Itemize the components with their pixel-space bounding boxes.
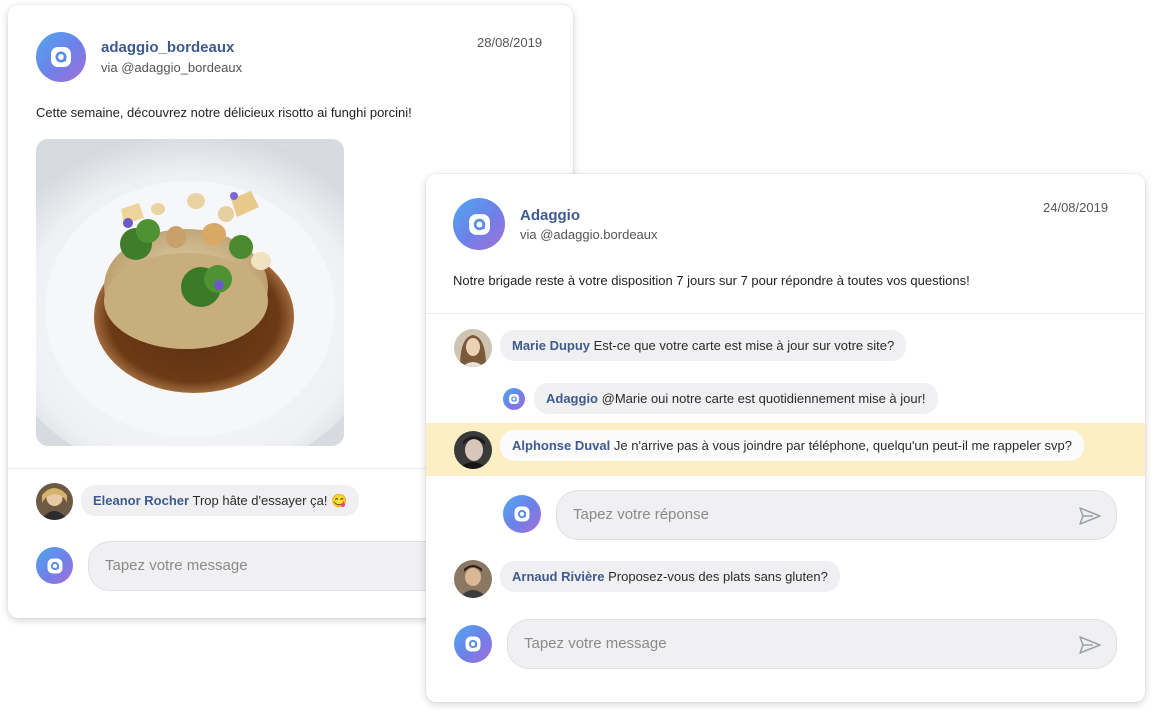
send-icon[interactable] [1079, 636, 1101, 654]
user-photo-icon [36, 483, 73, 520]
post-card-adaggio: Adaggio via @adaggio.bordeaux 24/08/2019… [426, 174, 1145, 702]
post-via: via @adaggio_bordeaux [101, 60, 243, 75]
message-input[interactable]: Tapez votre message [507, 619, 1117, 669]
commenter-avatar[interactable] [454, 329, 492, 367]
reply-input[interactable]: Tapez votre réponse [556, 490, 1117, 540]
commenter-avatar[interactable] [36, 483, 73, 520]
comment-bubble: Arnaud Rivière Proposez-vous des plats s… [500, 561, 840, 592]
post-text: Notre brigade reste à votre disposition … [453, 273, 970, 288]
adaggio-logo-icon [509, 394, 519, 404]
post-text: Cette semaine, découvrez notre délicieux… [36, 105, 412, 120]
comment-text: @Marie oui notre carte est quotidienneme… [601, 391, 926, 406]
post-date: 24/08/2019 [1043, 200, 1109, 215]
current-user-avatar [454, 625, 492, 663]
comment-author[interactable]: Eleanor Rocher [93, 493, 189, 508]
post-author[interactable]: Adaggio [520, 207, 580, 224]
post-author[interactable]: adaggio_bordeaux [101, 39, 234, 56]
commenter-avatar[interactable] [454, 560, 492, 598]
comment-text: Proposez-vous des plats sans gluten? [608, 569, 828, 584]
post-divider [426, 313, 1145, 314]
user-photo-icon [454, 560, 492, 598]
reply-avatar[interactable] [503, 388, 525, 410]
comment-text: Trop hâte d'essayer ça! 😋 [192, 493, 348, 508]
adaggio-logo-icon [514, 506, 530, 522]
post-via: via @adaggio.bordeaux [520, 227, 658, 242]
send-icon[interactable] [1079, 507, 1101, 525]
user-photo-icon [454, 329, 492, 367]
comment-text: Je n'arrive pas à vous joindre par télép… [613, 438, 1072, 453]
post-date: 28/08/2019 [477, 35, 543, 50]
current-user-avatar [36, 547, 73, 584]
comment-author[interactable]: Alphonse Duval [512, 438, 610, 453]
user-photo-icon [454, 431, 492, 469]
adaggio-logo-icon [51, 47, 71, 67]
comment-bubble: Eleanor Rocher Trop hâte d'essayer ça! 😋 [81, 485, 360, 516]
comment-bubble: Marie Dupuy Est-ce que votre carte est m… [500, 330, 907, 361]
comment-author[interactable]: Adaggio [546, 391, 598, 406]
reply-bubble: Adaggio @Marie oui notre carte est quoti… [534, 383, 938, 414]
risotto-photo [36, 139, 344, 446]
comment-author[interactable]: Arnaud Rivière [512, 569, 604, 584]
comment-text: Est-ce que votre carte est mise à jour s… [593, 338, 895, 353]
author-avatar[interactable] [453, 198, 505, 250]
comment-author[interactable]: Marie Dupuy [512, 338, 590, 353]
adaggio-logo-icon [468, 213, 490, 235]
adaggio-logo-icon [465, 636, 481, 652]
post-image[interactable] [36, 139, 344, 446]
comment-bubble: Alphonse Duval Je n'arrive pas à vous jo… [500, 430, 1084, 461]
adaggio-logo-icon [47, 558, 62, 573]
author-avatar[interactable] [36, 32, 86, 82]
current-user-avatar [503, 495, 541, 533]
commenter-avatar[interactable] [454, 431, 492, 469]
